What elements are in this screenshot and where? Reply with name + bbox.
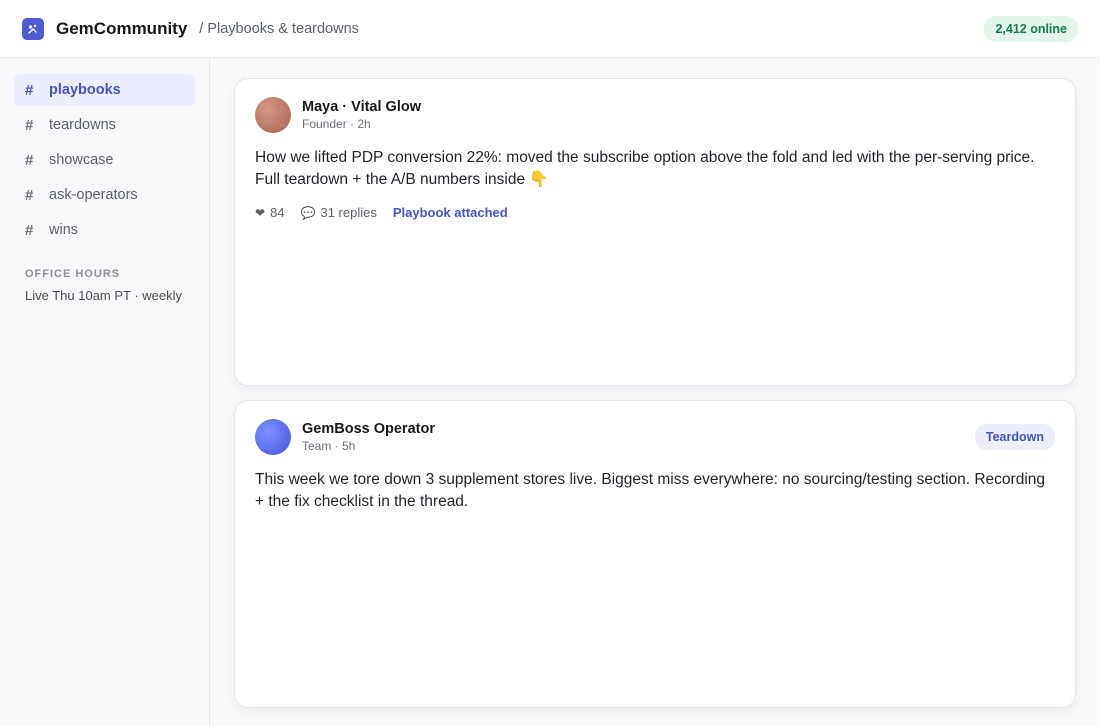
playbook-attachment-link[interactable]: Playbook attached	[393, 205, 508, 220]
channel-label: teardowns	[49, 117, 116, 133]
avatar[interactable]	[255, 419, 291, 455]
hash-icon: #	[25, 116, 34, 134]
channel-wins[interactable]: # wins	[14, 214, 195, 246]
post-card[interactable]: GemBoss Operator Team · 5h Teardown This…	[234, 400, 1076, 708]
author-block: Maya · Vital Glow Founder · 2h	[302, 99, 421, 131]
channel-label: ask-operators	[49, 187, 138, 203]
channel-ask-operators[interactable]: # ask-operators	[14, 179, 195, 211]
channel-showcase[interactable]: # showcase	[14, 144, 195, 176]
hash-icon: #	[25, 151, 34, 169]
post-body: This week we tore down 3 supplement stor…	[255, 471, 1046, 510]
post-body: How we lifted PDP conversion 22%: moved …	[255, 149, 1035, 188]
post-actions: ❤ 84 💬 31 replies Playbook attached	[255, 205, 1055, 220]
post-header: GemBoss Operator Team · 5h Teardown	[255, 419, 1055, 455]
like-count: 84	[270, 205, 285, 220]
channel-teardowns[interactable]: # teardowns	[14, 109, 195, 141]
post-tag-badge[interactable]: Teardown	[974, 424, 1055, 450]
online-count-badge: 2,412 online	[984, 15, 1078, 42]
heart-icon: ❤	[255, 205, 266, 220]
author-block: GemBoss Operator Team · 5h	[302, 421, 435, 453]
post-header: Maya · Vital Glow Founder · 2h	[255, 97, 1055, 133]
office-hours-title: OFFICE HOURS	[25, 268, 121, 280]
like-button[interactable]: ❤ 84	[255, 205, 285, 220]
feed: Maya · Vital Glow Founder · 2h How we li…	[210, 58, 1100, 726]
post-author[interactable]: Maya · Vital Glow	[302, 99, 421, 115]
speech-bubble-icon: 💬	[300, 205, 316, 220]
channel-label: showcase	[49, 152, 114, 168]
replies-button[interactable]: 💬 31 replies	[301, 205, 377, 220]
app-logo-icon[interactable]	[22, 17, 44, 40]
post-meta: Team · 5h	[302, 439, 356, 453]
top-bar: GemCommunity / Playbooks & teardowns 2,4…	[0, 0, 1100, 58]
reply-count: 31 replies	[320, 205, 377, 220]
post-card[interactable]: Maya · Vital Glow Founder · 2h How we li…	[234, 78, 1076, 386]
breadcrumb: / Playbooks & teardowns	[199, 20, 359, 37]
sidebar: # playbooks # teardowns # showcase # ask…	[0, 58, 210, 726]
channel-label: playbooks	[49, 82, 121, 98]
post-author[interactable]: GemBoss Operator	[302, 421, 435, 437]
hash-icon: #	[25, 186, 34, 204]
brand-name[interactable]: GemCommunity	[56, 19, 187, 39]
channel-label: wins	[49, 222, 79, 238]
hash-icon: #	[25, 221, 34, 239]
channel-playbooks[interactable]: # playbooks	[14, 74, 195, 106]
office-hours-text: Live Thu 10am PT · weekly	[25, 288, 183, 303]
avatar[interactable]	[255, 97, 291, 133]
hash-icon: #	[25, 81, 34, 99]
post-meta: Founder · 2h	[302, 117, 371, 131]
